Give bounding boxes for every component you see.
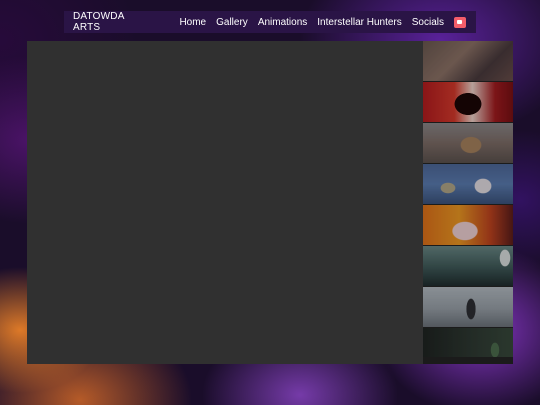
artwork-thumbnail-1[interactable] <box>423 41 513 81</box>
artwork-viewer <box>27 41 423 364</box>
nav-interstellar-hunters-link[interactable]: Interstellar Hunters <box>317 17 401 28</box>
artwork-thumbnail-5[interactable] <box>423 205 513 245</box>
artwork-thumbnail-8[interactable] <box>423 328 513 357</box>
nav-socials-link[interactable]: Socials <box>412 17 444 28</box>
top-navbar: DATOWDA ARTS Home Gallery Animations Int… <box>64 11 476 33</box>
artwork-thumbnail-3[interactable] <box>423 123 513 163</box>
artwork-thumbnail-6[interactable] <box>423 246 513 286</box>
nav-home-link[interactable]: Home <box>179 17 206 28</box>
kofi-cup-icon[interactable] <box>454 16 466 28</box>
artwork-thumbnail-2[interactable] <box>423 82 513 122</box>
thumbnail-strip[interactable] <box>423 41 513 364</box>
artwork-thumbnail-4[interactable] <box>423 164 513 204</box>
nav-animations-link[interactable]: Animations <box>258 17 307 28</box>
nav-links: Home Gallery Animations Interstellar Hun… <box>179 17 411 28</box>
artwork-thumbnail-7[interactable] <box>423 287 513 327</box>
nav-gallery-link[interactable]: Gallery <box>216 17 248 28</box>
brand-title[interactable]: DATOWDA ARTS <box>73 11 147 33</box>
